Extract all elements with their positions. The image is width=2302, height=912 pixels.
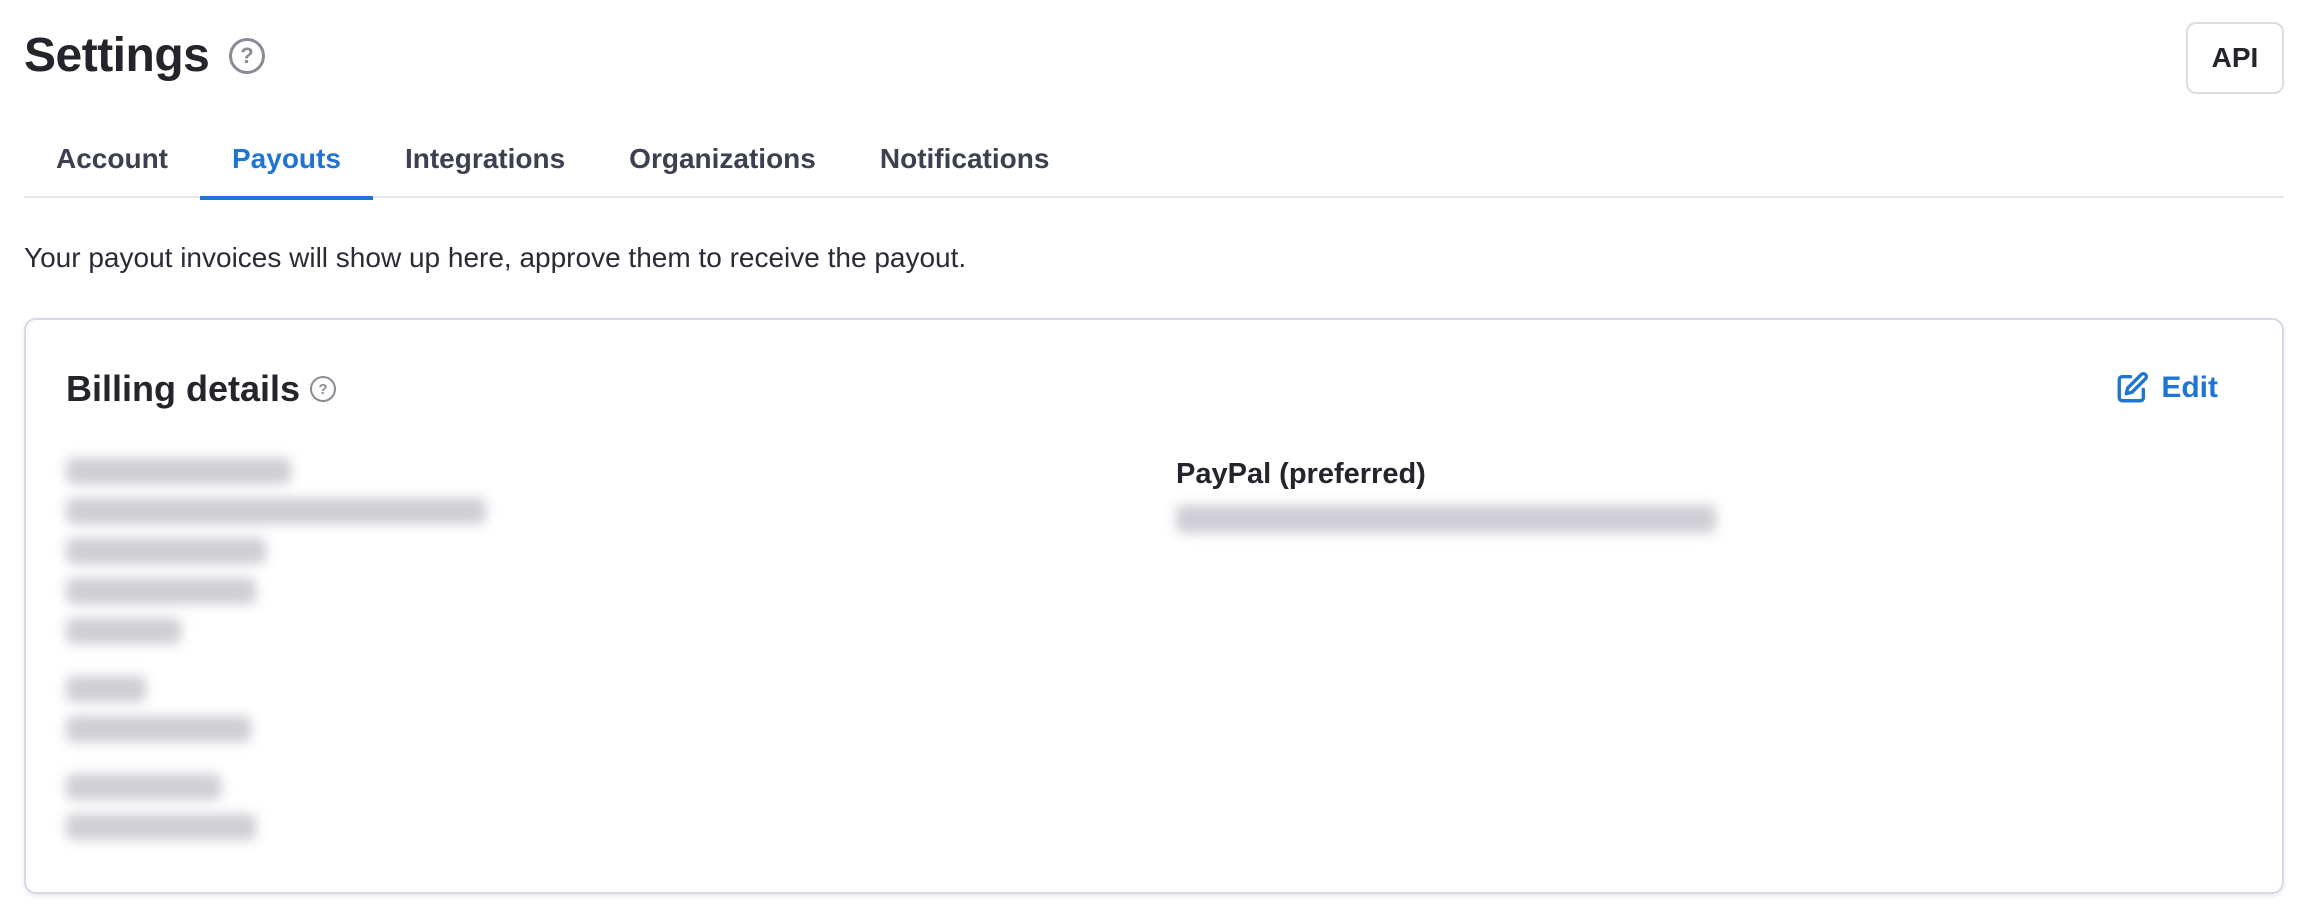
redacted-line	[66, 498, 486, 524]
redacted-line	[66, 458, 291, 484]
tab-notifications[interactable]: Notifications	[848, 120, 1082, 198]
billing-details-card: Billing details ? Edit PayPal (preferred…	[24, 318, 2284, 894]
edit-label: Edit	[2161, 371, 2218, 404]
redacted-line	[66, 538, 266, 564]
paypal-section: PayPal (preferred)	[1176, 458, 1776, 533]
tab-payouts[interactable]: Payouts	[200, 120, 373, 200]
redacted-line	[66, 716, 251, 742]
paypal-label: PayPal (preferred)	[1176, 458, 1426, 490]
redacted-line	[66, 676, 146, 702]
question-circle-icon[interactable]: ?	[229, 38, 265, 74]
redacted-line	[66, 774, 221, 800]
tab-integrations[interactable]: Integrations	[373, 120, 597, 198]
billing-address-redacted	[66, 458, 566, 854]
page-header: Settings ? API	[24, 22, 2284, 94]
edit-button[interactable]: Edit	[2115, 366, 2218, 410]
question-circle-icon[interactable]: ?	[310, 376, 336, 402]
redacted-line	[66, 618, 181, 644]
paypal-email-redacted	[1176, 505, 1716, 533]
edit-icon	[2117, 371, 2149, 403]
redacted-line	[66, 578, 256, 604]
api-button[interactable]: API	[2186, 22, 2284, 94]
billing-details-title: Billing details	[66, 368, 301, 409]
redacted-line	[66, 814, 256, 840]
payouts-description: Your payout invoices will show up here, …	[24, 242, 967, 273]
page-title: Settings	[24, 29, 210, 82]
tab-organizations[interactable]: Organizations	[597, 120, 848, 198]
tab-account[interactable]: Account	[24, 120, 200, 198]
settings-page: Settings ? API Account Payouts Integrati…	[0, 0, 2302, 912]
settings-tabs: Account Payouts Integrations Organizatio…	[24, 120, 2284, 200]
